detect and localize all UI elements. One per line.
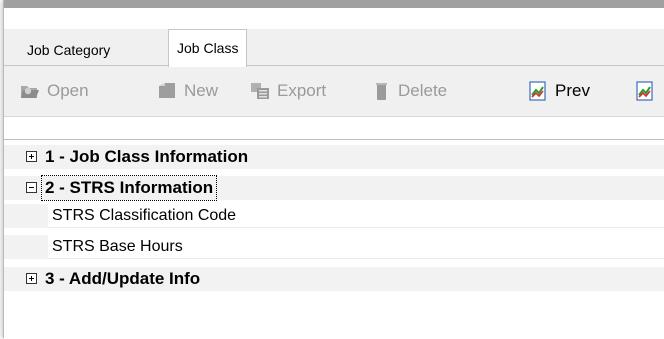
report-icon xyxy=(634,80,656,102)
category-label: 2 - STRS Information xyxy=(40,175,218,201)
next-report-button[interactable] xyxy=(634,66,662,116)
delete-button[interactable]: Delete xyxy=(370,66,447,116)
application-window: Job Category Job Class Open New Export D… xyxy=(3,0,664,339)
open-label: Open xyxy=(47,81,89,100)
collapse-icon[interactable] xyxy=(26,182,37,193)
open-button[interactable]: Open xyxy=(19,66,89,116)
toolbar: Open New Export Delete Prev xyxy=(4,66,664,117)
new-button[interactable]: New xyxy=(156,66,218,116)
delete-label: Delete xyxy=(398,81,448,100)
tab-job-class[interactable]: Job Class xyxy=(168,29,248,67)
title-bar xyxy=(4,0,664,8)
property-label: STRS Base Hours xyxy=(52,238,183,255)
prev-label: Prev xyxy=(555,81,590,100)
category-label: 1 - Job Class Information xyxy=(45,147,249,166)
export-label: Export xyxy=(277,81,327,100)
property-grid: 1 - Job Class Information 2 - STRS Infor… xyxy=(4,139,664,339)
category-job-class-information[interactable]: 1 - Job Class Information xyxy=(4,145,664,169)
report-preview-icon xyxy=(527,80,549,102)
export-button[interactable]: Export xyxy=(249,66,326,116)
property-row[interactable]: STRS Base Hours xyxy=(4,235,664,259)
property-label: STRS Classification Code xyxy=(52,207,237,224)
row-margin xyxy=(4,204,48,228)
property-row[interactable]: STRS Classification Code xyxy=(4,204,664,228)
tab-strip: Job Category Job Class xyxy=(4,29,664,67)
new-document-icon xyxy=(156,80,178,102)
category-label: 3 - Add/Update Info xyxy=(45,269,201,288)
export-icon xyxy=(249,80,271,102)
expand-icon[interactable] xyxy=(26,151,37,162)
row-margin xyxy=(4,235,48,259)
new-label: New xyxy=(184,81,219,100)
expand-icon[interactable] xyxy=(26,273,37,284)
category-add-update-info[interactable]: 3 - Add/Update Info xyxy=(4,267,664,291)
folder-open-icon xyxy=(19,80,41,102)
delete-icon xyxy=(370,80,392,102)
category-strs-information[interactable]: 2 - STRS Information xyxy=(4,175,664,201)
tab-job-category[interactable]: Job Category xyxy=(19,35,119,66)
prev-button[interactable]: Prev xyxy=(527,66,590,116)
